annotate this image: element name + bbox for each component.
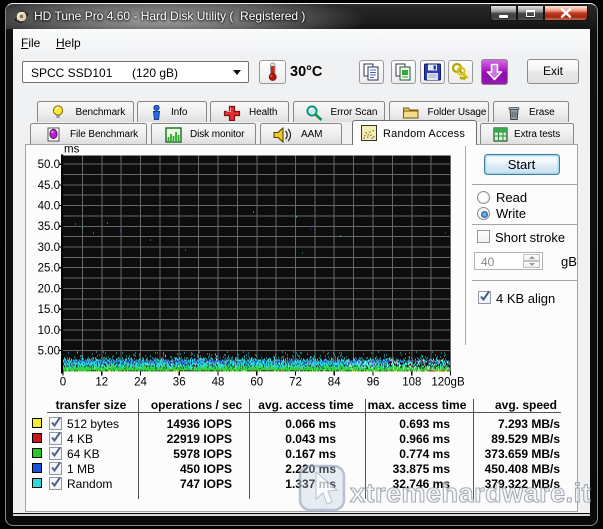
- svg-text:108: 108: [402, 377, 421, 389]
- svg-text:50.0: 50.0: [38, 159, 60, 171]
- svg-text:40.0: 40.0: [38, 201, 60, 213]
- svg-text:12: 12: [95, 377, 108, 389]
- svg-text:ms: ms: [64, 144, 80, 156]
- svg-text:60: 60: [250, 377, 263, 389]
- svg-text:35.0: 35.0: [38, 221, 60, 233]
- svg-text:84: 84: [328, 377, 341, 389]
- svg-text:48: 48: [212, 377, 225, 389]
- svg-text:36: 36: [173, 377, 186, 389]
- svg-text:45.0: 45.0: [38, 180, 60, 192]
- svg-text:5.00: 5.00: [38, 346, 60, 358]
- svg-text:96: 96: [367, 377, 380, 389]
- svg-text:20.0: 20.0: [38, 283, 60, 295]
- svg-text:25.0: 25.0: [38, 263, 60, 275]
- svg-text:30.0: 30.0: [38, 242, 60, 254]
- svg-text:10.0: 10.0: [38, 325, 60, 337]
- svg-text:0: 0: [60, 377, 66, 389]
- svg-text:120gB: 120gB: [431, 377, 465, 389]
- svg-text:24: 24: [134, 377, 147, 389]
- svg-text:15.0: 15.0: [38, 304, 60, 316]
- svg-text:72: 72: [289, 377, 302, 389]
- svg-text:xtremehardware.it: xtremehardware.it: [350, 478, 591, 508]
